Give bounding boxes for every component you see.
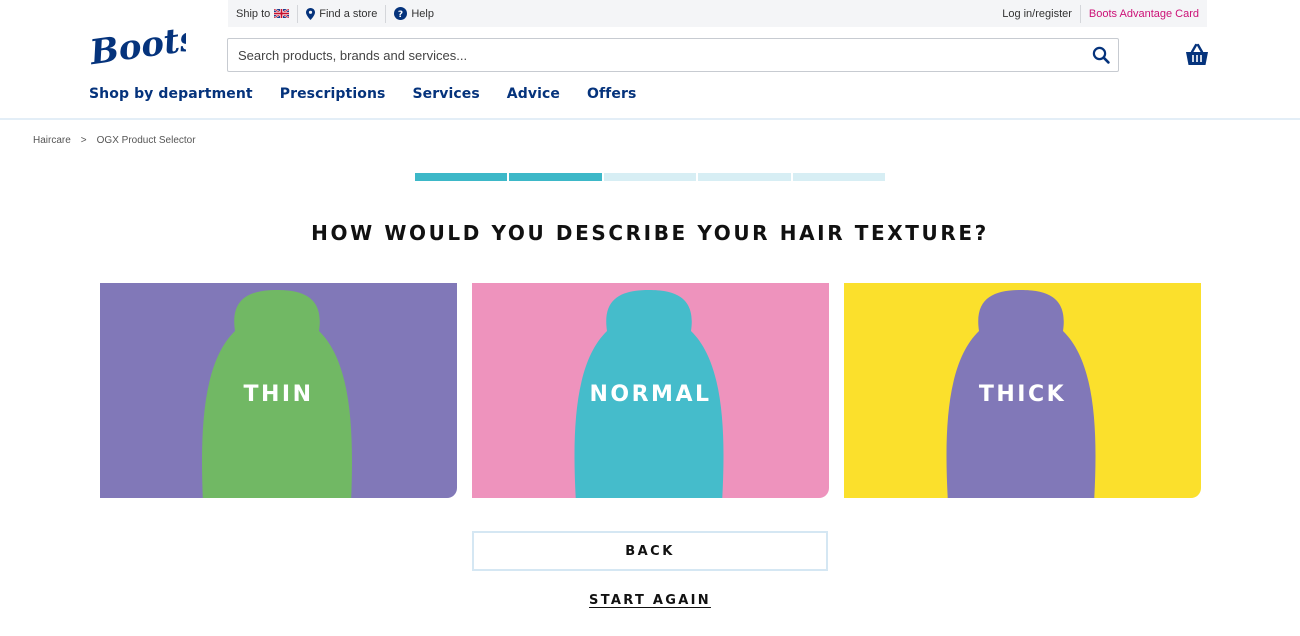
login-link[interactable]: Log in/register — [994, 0, 1080, 27]
search-bar — [227, 38, 1119, 72]
progress-segment-pending — [603, 173, 697, 181]
option-label: THIN — [243, 382, 314, 407]
nav-advice[interactable]: Advice — [507, 86, 560, 102]
option-card-normal[interactable]: NORMAL — [472, 283, 829, 498]
nav-prescriptions[interactable]: Prescriptions — [280, 86, 386, 102]
search-button[interactable] — [1084, 39, 1118, 71]
advantage-card-link[interactable]: Boots Advantage Card — [1081, 0, 1207, 27]
start-again-row: START AGAIN — [0, 593, 1300, 608]
help-label: Help — [411, 7, 434, 20]
find-store-label: Find a store — [319, 7, 378, 20]
main-nav: Shop by department Prescriptions Service… — [89, 86, 636, 102]
progress-segment-pending — [698, 173, 791, 181]
back-button[interactable]: BACK — [472, 531, 828, 571]
question-title: HOW WOULD YOU DESCRIBE YOUR HAIR TEXTURE… — [311, 221, 989, 245]
progress-segment-complete — [509, 173, 602, 181]
breadcrumb: Haircare > OGX Product Selector — [33, 135, 196, 146]
progress-bar — [415, 173, 886, 181]
breadcrumb-separator: > — [80, 135, 87, 146]
breadcrumb-haircare[interactable]: Haircare — [33, 135, 71, 146]
boots-logo[interactable]: Boots — [86, 18, 201, 74]
nav-shop-by-department[interactable]: Shop by department — [89, 86, 253, 102]
nav-offers[interactable]: Offers — [587, 86, 636, 102]
find-store-link[interactable]: Find a store — [298, 0, 385, 27]
svg-text:Boots: Boots — [87, 18, 186, 73]
option-label: THICK — [978, 382, 1067, 407]
utility-bar: Ship to Find a store ? Help Log in/regis… — [228, 0, 1207, 27]
search-input[interactable] — [228, 39, 1084, 71]
breadcrumb-current: OGX Product Selector — [96, 135, 196, 146]
option-card-thick[interactable]: THICK — [844, 283, 1201, 498]
search-icon — [1092, 46, 1110, 64]
location-pin-icon — [306, 7, 316, 20]
help-link[interactable]: ? Help — [386, 0, 442, 27]
basket-icon — [1186, 43, 1208, 65]
progress-segment-complete — [415, 173, 508, 181]
basket-button[interactable] — [1184, 42, 1210, 68]
header-divider — [0, 118, 1300, 120]
svg-text:?: ? — [398, 10, 403, 20]
option-card-thin[interactable]: THIN — [100, 283, 457, 498]
ship-to-link[interactable]: Ship to — [228, 0, 297, 27]
nav-services[interactable]: Services — [412, 86, 479, 102]
help-icon: ? — [394, 7, 408, 20]
boots-logo-icon: Boots — [87, 18, 201, 73]
start-again-link[interactable]: START AGAIN — [589, 593, 711, 608]
uk-flag-icon — [274, 9, 290, 18]
ship-to-label: Ship to — [236, 7, 271, 20]
progress-segment-pending — [792, 173, 886, 181]
option-label: NORMAL — [589, 382, 712, 407]
